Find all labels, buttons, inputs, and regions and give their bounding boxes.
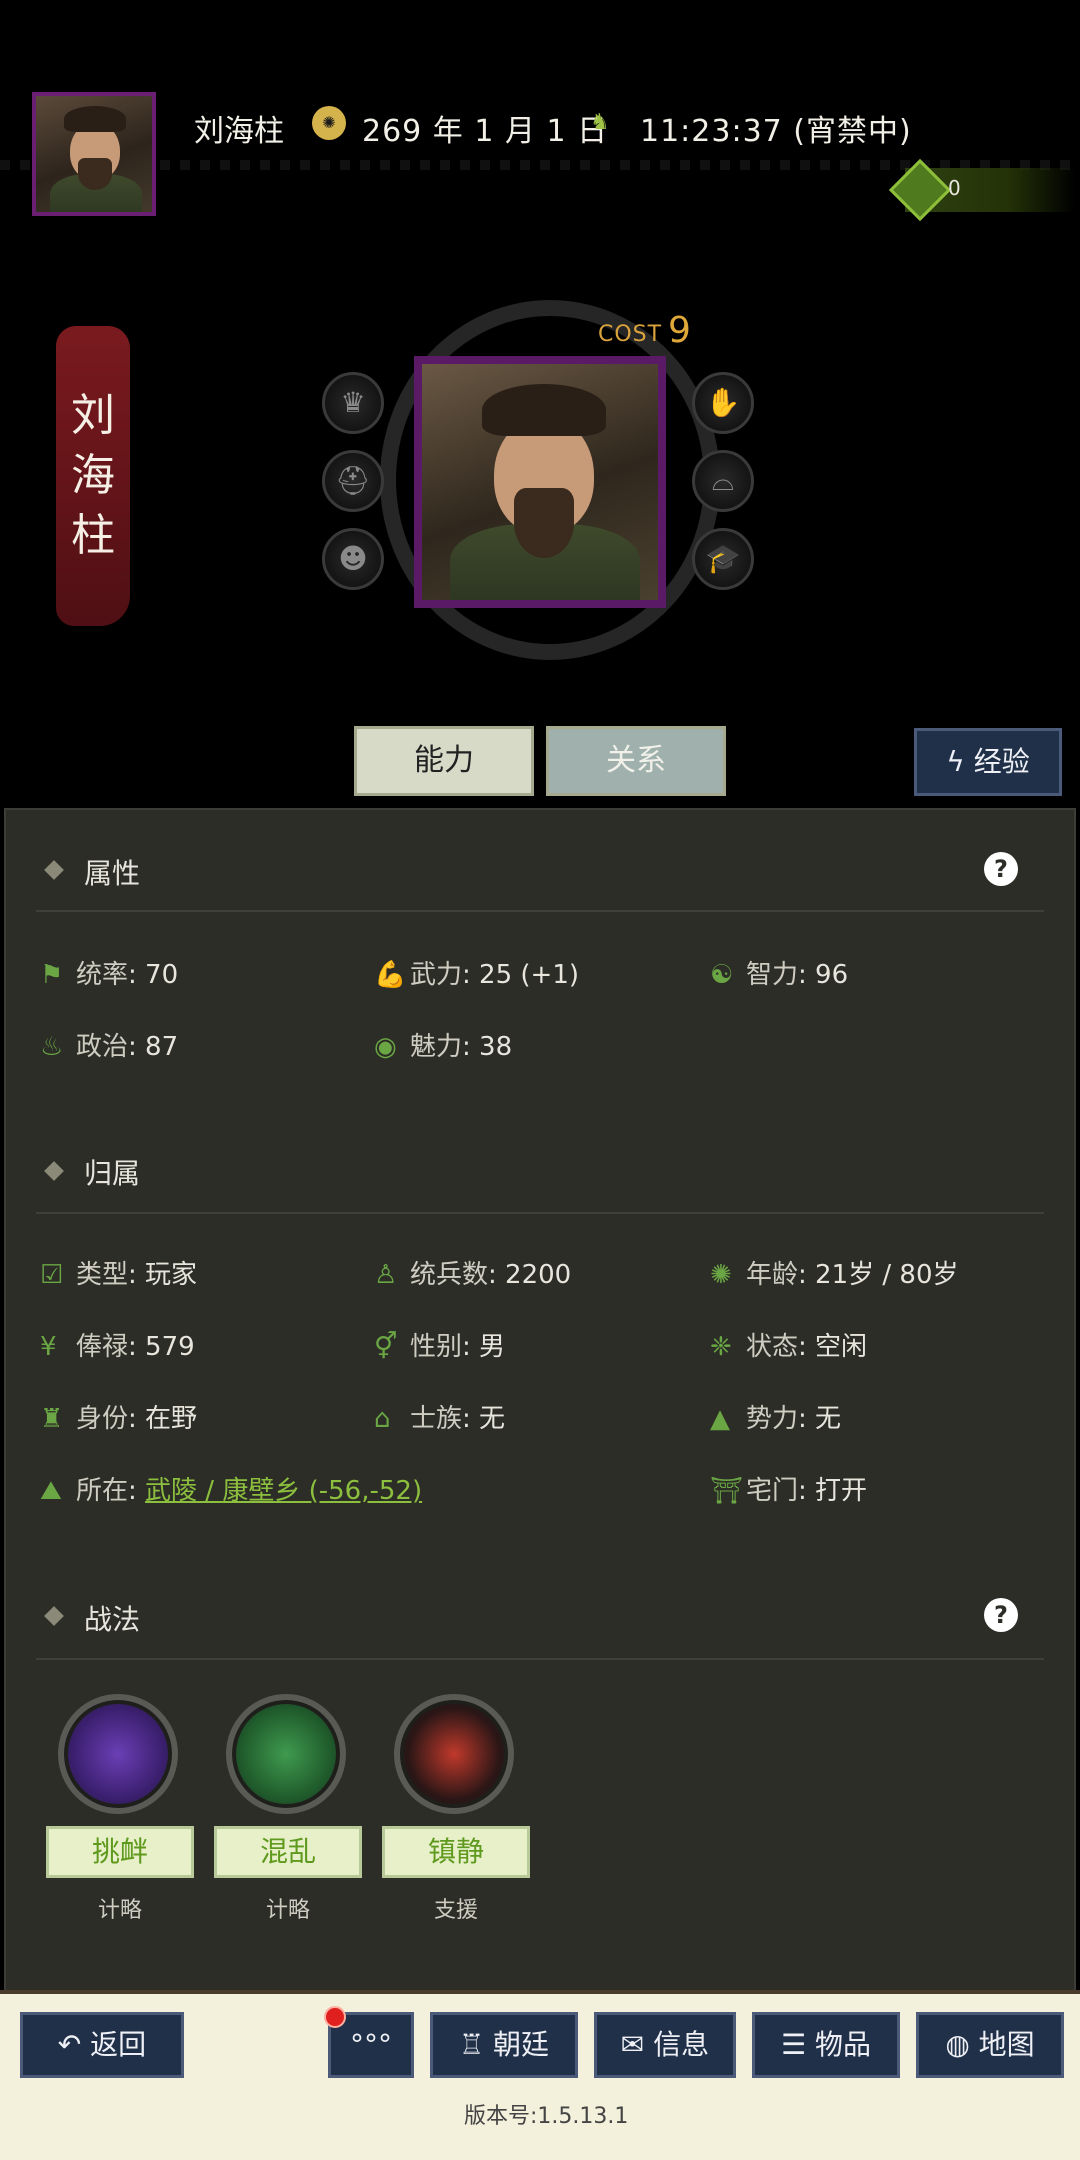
experience-label: 经验 — [973, 745, 1030, 778]
skill-type: 计略 — [97, 1898, 142, 1923]
court-button[interactable]: ♖ 朝廷 — [430, 2012, 578, 2078]
stat-troops: ♙ 统兵数: 2200 — [374, 1260, 572, 1290]
yen-icon: ¥ — [40, 1332, 57, 1362]
version-label: 版本号:1.5.13.1 — [464, 2104, 629, 2129]
palace-icon: ♖ — [458, 2028, 485, 2061]
game-time: 11:23:37 (宵禁中) — [640, 114, 912, 149]
location-link[interactable]: 武陵 / 康壁乡 (-56,-52) — [145, 1476, 422, 1506]
stat-leadership: ⚑ 统率: 70 — [40, 960, 179, 990]
divider — [36, 910, 1044, 912]
stat-age: ✺ 年龄: 21岁 / 80岁 — [710, 1260, 959, 1290]
age-icon: ✺ — [710, 1260, 732, 1290]
stat-location: ⛰ 所在: 武陵 / 康壁乡 (-56,-52) — [40, 1476, 423, 1506]
stat-identity: ♜ 身份: 在野 — [40, 1404, 198, 1434]
mask-icon[interactable]: ☻ — [322, 528, 384, 590]
stat-status: ❈ 状态: 空闲 — [710, 1332, 868, 1362]
stat-faction: ▲ 势力: 无 — [710, 1404, 842, 1434]
stat-salary: ¥ 俸禄: 579 — [40, 1332, 195, 1362]
crown-icon[interactable]: ♛ — [322, 372, 384, 434]
tab-relation[interactable]: 关系 — [546, 726, 726, 796]
back-button[interactable]: ↶ 返回 — [20, 2012, 184, 2078]
skill-provoke[interactable]: 挑衅 — [46, 1826, 194, 1878]
name-char: 刘 — [71, 390, 115, 441]
map-button[interactable]: ◍ 地图 — [916, 2012, 1064, 2078]
money-value: 0 — [948, 176, 961, 200]
confusion-skill-icon[interactable] — [226, 1694, 346, 1814]
gender-icon: ⚥ — [374, 1332, 398, 1362]
flag-icon: ⚑ — [40, 960, 64, 990]
stat-residence-gate: ⛩ 宅门: 打开 — [710, 1476, 868, 1506]
notification-dot — [324, 2006, 346, 2028]
back-label: 返回 — [90, 2028, 147, 2061]
stat-intelligence: ☯ 智力: 96 — [710, 960, 849, 990]
money-pouch-icon: ♨ — [40, 1032, 64, 1062]
hat-icon[interactable]: ⌓ — [692, 450, 754, 512]
person-icon: ♙ — [374, 1260, 398, 1290]
calendar-icon: ✺ — [312, 106, 346, 140]
lightning-icon: ϟ — [946, 745, 965, 778]
stat-clan: ⌂ 士族: 无 — [374, 1404, 506, 1434]
scroll-icon: ☰ — [780, 2028, 807, 2061]
horse-cart-icon: ♞ — [590, 110, 610, 135]
help-icon[interactable]: ? — [984, 1598, 1018, 1632]
map-label: 地图 — [978, 2028, 1035, 2061]
scholar-cap-icon[interactable]: 🎓 — [692, 528, 754, 590]
cost-value: 9 — [668, 310, 691, 351]
player-name: 刘海柱 — [194, 114, 284, 149]
clan-hat-icon: ⌂ — [374, 1404, 391, 1434]
mountain-icon: ▲ — [710, 1404, 730, 1434]
hand-seed-icon[interactable]: ✋ — [692, 372, 754, 434]
help-icon[interactable]: ? — [984, 852, 1018, 886]
calm-skill-icon[interactable] — [394, 1694, 514, 1814]
stat-charisma: ◉ 魅力: 38 — [374, 1032, 513, 1062]
globe-icon: ◍ — [945, 2028, 970, 2061]
info-label: 信息 — [653, 2028, 710, 2061]
calendar-check-icon: ☑ — [40, 1260, 64, 1290]
general-portrait[interactable] — [414, 356, 666, 608]
name-char: 海 — [71, 450, 115, 501]
arm-icon: 💪 — [374, 960, 407, 990]
chat-bubble-icon: ✉ — [620, 2028, 645, 2061]
provoke-skill-icon[interactable] — [58, 1694, 178, 1814]
court-label: 朝廷 — [493, 2028, 550, 2061]
section-title-attributes: 属性 — [84, 857, 141, 890]
stat-gender: ⚥ 性别: 男 — [374, 1332, 506, 1362]
section-title-affiliation: 归属 — [84, 1157, 141, 1190]
skill-calm[interactable]: 镇静 — [382, 1826, 530, 1878]
gate-icon: ⛩ — [710, 1476, 744, 1506]
skill-confusion[interactable]: 混乱 — [214, 1826, 362, 1878]
items-button[interactable]: ☰ 物品 — [752, 2012, 900, 2078]
experience-button[interactable]: ϟ 经验 — [914, 728, 1062, 796]
skill-type: 支援 — [433, 1898, 478, 1923]
items-label: 物品 — [815, 2028, 872, 2061]
back-arrow-icon: ↶ — [57, 2028, 82, 2061]
info-button[interactable]: ✉ 信息 — [594, 2012, 736, 2078]
helmet-icon[interactable]: ⛑ — [322, 450, 384, 512]
divider — [36, 1212, 1044, 1214]
stat-type: ☑ 类型: 玩家 — [40, 1260, 198, 1290]
brain-icon: ☯ — [710, 960, 734, 990]
divider — [36, 1658, 1044, 1660]
mountain-location-icon: ⛰ — [40, 1476, 62, 1506]
skill-type: 计略 — [265, 1898, 310, 1923]
game-date: 269 年 1 月 1 日 — [362, 114, 609, 149]
avatar[interactable] — [32, 92, 156, 216]
eye-icon: ◉ — [374, 1032, 397, 1062]
name-banner: 刘 海 柱 — [56, 326, 130, 626]
cost-label: COST — [598, 322, 663, 347]
tab-ability[interactable]: 能力 — [354, 726, 534, 796]
stat-force: 💪 武力: 25 (+1) — [374, 960, 580, 990]
status-icon: ❈ — [710, 1332, 732, 1362]
name-char: 柱 — [71, 510, 115, 561]
stat-politics: ♨ 政治: 87 — [40, 1032, 179, 1062]
statue-icon: ♜ — [40, 1404, 64, 1434]
section-title-tactics: 战法 — [84, 1603, 141, 1636]
